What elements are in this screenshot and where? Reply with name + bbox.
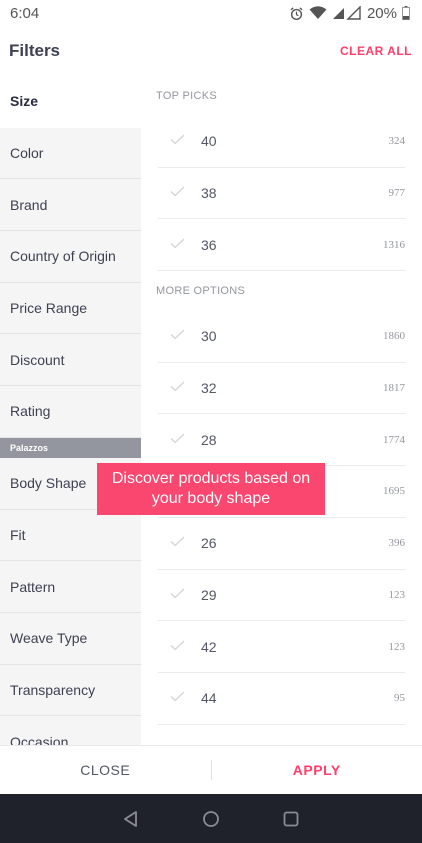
size-option[interactable]: 38 977 [158, 168, 405, 220]
size-option[interactable]: 32 1817 [158, 363, 405, 415]
size-value: 28 [201, 431, 217, 448]
sidebar-item-brand[interactable]: Brand [0, 179, 141, 232]
check-icon [170, 379, 185, 397]
system-navigation-bar [0, 794, 422, 843]
sidebar-item-label: Size [10, 93, 39, 110]
sidebar-item-label: Occasion [10, 733, 69, 745]
filter-categories-sidebar: Size Color Brand Country of Origin Price… [0, 76, 141, 745]
size-count: 1860 [383, 330, 405, 343]
check-icon [170, 586, 185, 604]
sidebar-item-fit[interactable]: Fit [0, 510, 141, 562]
sidebar-item-country-of-origin[interactable]: Country of Origin [0, 231, 141, 283]
battery-icon [402, 6, 410, 20]
sidebar-item-label: Price Range [10, 300, 88, 317]
check-icon [170, 534, 185, 552]
size-option[interactable]: 28 1774 [158, 414, 405, 467]
size-options-panel: TOP PICKS 40 324 38 977 36 1316 MORE OPT… [141, 76, 422, 745]
size-count: 324 [388, 135, 406, 148]
status-time: 6:04 [10, 4, 40, 22]
size-value: 26 [201, 535, 217, 552]
check-icon [170, 236, 185, 254]
sidebar-item-label: Discount [10, 351, 65, 368]
check-icon [170, 132, 185, 150]
sidebar-item-label: Fit [10, 526, 26, 543]
size-count: 396 [388, 537, 406, 550]
sidebar-item-label: Weave Type [10, 630, 88, 647]
signal-icon [332, 6, 362, 20]
size-count: 123 [388, 588, 406, 601]
sidebar-item-discount[interactable]: Discount [0, 334, 141, 387]
size-count: 1817 [383, 382, 405, 395]
sidebar-item-label: Transparency [10, 681, 96, 698]
status-bar: 6:04 20% [0, 0, 422, 26]
body-shape-tooltip[interactable]: Discover products based on your body sha… [97, 463, 325, 515]
size-option[interactable]: 40 324 [158, 116, 405, 168]
check-icon [170, 689, 185, 707]
size-count: 1774 [383, 433, 405, 446]
back-nav-icon[interactable] [122, 810, 140, 828]
size-option[interactable]: 42 123 [158, 621, 405, 673]
sidebar-item-label: Body Shape [10, 475, 87, 492]
sidebar-item-weave-type[interactable]: Weave Type [0, 613, 141, 665]
alarm-icon [289, 6, 304, 21]
size-option[interactable]: 44 95 [158, 673, 405, 725]
size-value: 42 [201, 638, 217, 655]
size-value: 40 [201, 133, 217, 150]
size-value: 29 [201, 586, 217, 603]
sidebar-item-color[interactable]: Color [0, 128, 141, 180]
page-title: Filters [9, 41, 61, 60]
size-option[interactable]: 36 1316 [158, 219, 405, 272]
size-option[interactable]: 30 1860 [158, 311, 405, 363]
apply-button[interactable]: APPLY [212, 746, 422, 794]
check-icon [170, 184, 185, 202]
tooltip-text: Discover products based on your body sha… [111, 470, 311, 507]
filter-footer: CLOSE APPLY [0, 745, 422, 794]
size-count: 123 [388, 640, 406, 653]
status-icons: 20% [289, 5, 410, 22]
clear-all-button[interactable]: CLEAR ALL [340, 44, 412, 58]
size-count: 1316 [383, 238, 405, 251]
sidebar-item-label: Color [10, 145, 44, 162]
wifi-icon [309, 6, 327, 20]
size-count: 95 [394, 692, 405, 705]
filters-header: Filters CLEAR ALL [0, 26, 422, 76]
size-option[interactable]: 26 396 [158, 518, 405, 570]
size-value: 38 [201, 185, 217, 202]
sidebar-item-occasion[interactable]: Occasion [0, 716, 141, 745]
size-count: 977 [388, 187, 406, 200]
size-value: 30 [201, 328, 217, 345]
sidebar-group-palazzos: Palazzos [0, 437, 141, 458]
sidebar-item-rating[interactable]: Rating [0, 386, 141, 438]
size-value: 44 [201, 690, 217, 707]
sidebar-item-label: Country of Origin [10, 248, 116, 265]
sidebar-item-label: Rating [10, 403, 51, 420]
sidebar-item-price-range[interactable]: Price Range [0, 283, 141, 335]
size-count: 1695 [383, 485, 405, 498]
size-value: 36 [201, 236, 217, 253]
sidebar-item-size[interactable]: Size [0, 76, 141, 128]
check-icon [170, 638, 185, 656]
sidebar-item-label: Pattern [10, 578, 56, 595]
check-icon [170, 431, 185, 449]
sidebar-item-transparency[interactable]: Transparency [0, 665, 141, 717]
sidebar-item-label: Brand [10, 196, 48, 213]
size-value: 32 [201, 380, 217, 397]
size-option[interactable]: 29 123 [158, 570, 405, 622]
section-title-top-picks: TOP PICKS [156, 90, 217, 102]
check-icon [170, 327, 185, 345]
battery-text: 20% [366, 4, 397, 22]
close-button[interactable]: CLOSE [0, 746, 211, 794]
recents-nav-icon[interactable] [282, 810, 300, 828]
sidebar-item-pattern[interactable]: Pattern [0, 561, 141, 613]
home-nav-icon[interactable] [202, 810, 220, 828]
section-title-more-options: MORE OPTIONS [156, 285, 246, 298]
